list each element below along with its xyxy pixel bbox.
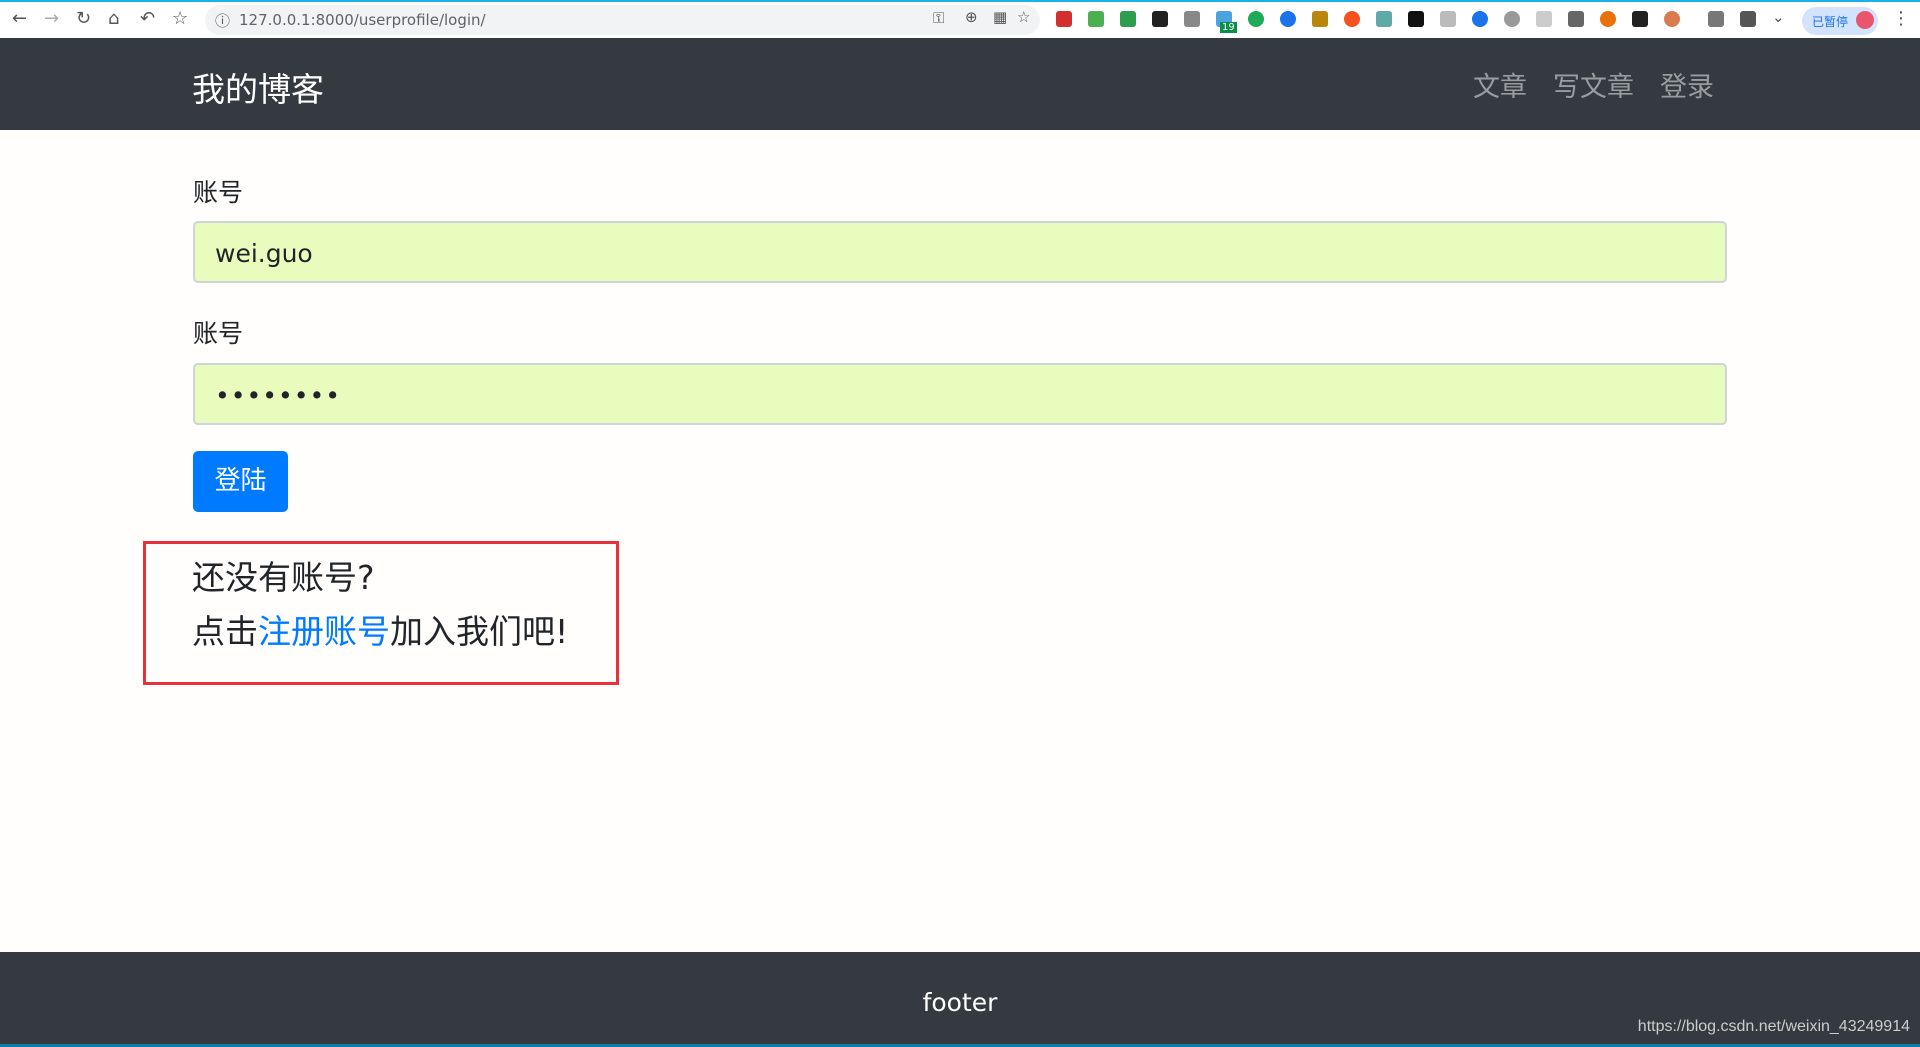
password-input[interactable]: •••••••• [193,363,1727,425]
glasses-icon[interactable] [1312,11,1328,27]
hint-prefix: 点击 [192,612,258,651]
no-account-text: 还没有账号? [192,558,375,597]
reload-icon[interactable]: ↻ [76,8,91,29]
hint-suffix: 加入我们吧! [390,612,569,651]
crop-icon[interactable] [1708,11,1724,27]
speaker-icon[interactable] [1740,11,1756,27]
brand-link[interactable]: 我的博客 [192,63,324,111]
nav-login[interactable]: 登录 [1660,65,1714,104]
extension-icon[interactable] [1408,11,1424,27]
bookmark-star-icon[interactable]: ☆ [172,8,188,29]
menu-icon[interactable]: ⋮ [1892,8,1910,29]
register-link[interactable]: 注册账号 [258,612,390,651]
home-icon[interactable]: ⌂ [108,8,119,29]
username-input[interactable]: wei.guo [193,221,1727,283]
zoom-icon[interactable]: ⊕ [965,8,978,26]
scissors-icon[interactable] [1152,11,1168,27]
register-hint: 点击注册账号加入我们吧! [192,605,568,653]
history-icon[interactable] [1184,11,1200,27]
paused-label: 已暂停 [1812,15,1849,29]
extension-icon[interactable] [1472,11,1488,27]
extension-icon[interactable] [1280,11,1296,27]
nav-write-article[interactable]: 写文章 [1553,65,1634,104]
undo-icon[interactable]: ↶ [140,8,155,29]
login-button[interactable]: 登陆 [193,451,288,512]
extension-icon[interactable] [1600,11,1616,27]
navbar: 我的博客 文章 写文章 登录 [0,38,1920,130]
extension-icon[interactable] [1088,11,1104,27]
extension-icon[interactable] [1056,11,1072,27]
url-text: 127.0.0.1:8000/userprofile/login/ [239,11,486,29]
extension-icon[interactable] [1376,11,1392,27]
star-icon[interactable]: ☆ [1017,8,1030,26]
extension-icon[interactable] [1632,11,1648,27]
footer: footer https://blog.csdn.net/weixin_4324… [0,952,1920,1047]
extension-icon[interactable] [1248,11,1264,27]
browser-toolbar: ← → ↻ ⌂ ↶ ☆ ⓘ 127.0.0.1:8000/userprofile… [0,0,1920,38]
chevron-down-icon[interactable]: ⌄ [1772,8,1785,26]
extension-icon[interactable] [1664,11,1680,27]
extension-badge: 19 [1220,22,1237,33]
forward-icon[interactable]: → [44,8,59,29]
extension-icon[interactable] [1440,11,1456,27]
check-icon[interactable] [1536,11,1552,27]
extension-icon[interactable] [1120,11,1136,27]
username-label: 账号 [193,178,244,207]
window-icon[interactable] [1568,11,1584,27]
nav-links: 文章 写文章 登录 [1473,65,1714,104]
key-icon[interactable]: ⚿ [933,9,944,27]
info-icon[interactable]: ⓘ [215,10,230,31]
back-icon[interactable]: ← [12,8,27,29]
extension-icon[interactable] [1344,11,1360,27]
qr-code-icon[interactable]: ▦ [993,8,1007,26]
footer-text: footer [922,988,998,1017]
address-bar[interactable]: ⓘ 127.0.0.1:8000/userprofile/login/ ⚿ ⊕ … [205,5,1040,35]
cloud-icon[interactable] [1504,11,1520,27]
nav-articles[interactable]: 文章 [1473,65,1527,104]
watermark: https://blog.csdn.net/weixin_43249914 [1637,1018,1910,1035]
avatar[interactable] [1856,11,1874,29]
password-label: 账号 [193,319,244,348]
